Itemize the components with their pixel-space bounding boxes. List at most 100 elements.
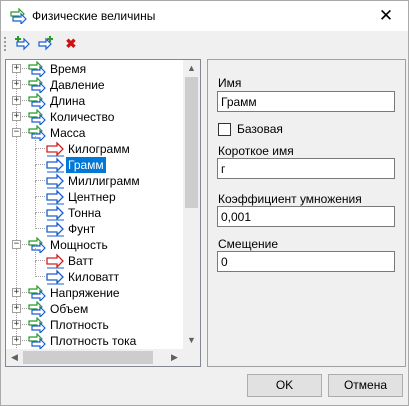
add-unit-icon	[38, 36, 53, 51]
factor-input[interactable]	[217, 206, 395, 227]
group-icon	[28, 76, 48, 95]
scroll-corner	[183, 349, 200, 366]
tree-group-item[interactable]: + Объем	[6, 300, 184, 319]
tree-item-label: Масса	[50, 126, 86, 140]
tree-item-label: Время	[50, 62, 87, 76]
tree-item-label: Плотность тока	[50, 334, 137, 348]
tree-line	[35, 260, 45, 261]
expand-icon[interactable]: +	[12, 112, 21, 121]
tree-line	[35, 133, 36, 149]
tree-line	[22, 324, 27, 325]
tree-unit-item[interactable]: Ватт	[6, 245, 184, 269]
close-button[interactable]: ✕	[364, 1, 408, 31]
horizontal-scrollbar[interactable]: ◀ ▶	[6, 349, 183, 366]
tree-line	[35, 213, 36, 229]
expand-icon[interactable]: +	[12, 320, 21, 329]
tree-line	[22, 100, 27, 101]
toolbar: ✖	[1, 31, 408, 57]
base-label: Базовая	[237, 122, 283, 136]
tree-item-label: Ватт	[68, 254, 94, 268]
tree-item-label: Напряжение	[50, 286, 120, 300]
tree-group-item[interactable]: + Давление	[6, 76, 184, 95]
expand-icon[interactable]: +	[12, 288, 21, 297]
tree-line	[22, 68, 27, 69]
expand-icon[interactable]: +	[12, 80, 21, 89]
tree-line	[35, 276, 45, 277]
tree-group-item[interactable]: − Масса	[6, 124, 184, 143]
tree-item-label: Миллиграмм	[68, 174, 140, 188]
collapse-icon[interactable]: −	[12, 128, 21, 137]
tree-group-item[interactable]: + Плотность	[6, 316, 184, 335]
tree-item-label: Фунт	[68, 222, 96, 236]
expand-icon[interactable]: +	[12, 96, 21, 105]
tree-item-label: Киловатт	[68, 270, 120, 284]
tree-group-item[interactable]: − Мощность	[6, 236, 184, 255]
add-group-button[interactable]	[13, 35, 33, 53]
tree-line	[22, 244, 27, 245]
units-icon	[10, 8, 27, 24]
add-unit-button[interactable]	[36, 35, 56, 53]
tree-group-item[interactable]: + Время	[6, 60, 184, 79]
expand-icon[interactable]: +	[12, 304, 21, 313]
tree-unit-item[interactable]: Центнер	[6, 181, 184, 205]
group-icon	[28, 124, 48, 143]
base-checkbox[interactable]	[218, 123, 231, 136]
vertical-scrollbar[interactable]: ▲ ▼	[183, 60, 200, 349]
tree-item-label: Тонна	[68, 206, 101, 220]
tree-unit-item[interactable]: Миллиграмм	[6, 165, 184, 189]
scroll-left-icon[interactable]: ◀	[6, 349, 23, 366]
tree-line	[22, 132, 27, 133]
tree-group-item[interactable]: + Плотность тока	[6, 332, 184, 351]
group-icon	[28, 60, 48, 79]
expand-icon[interactable]: +	[12, 64, 21, 73]
tree-item-label: Килограмм	[68, 142, 130, 156]
group-icon	[28, 332, 48, 351]
tree-item-label: Плотность	[50, 318, 109, 332]
tree-line	[22, 308, 27, 309]
title-bar: Физические величины ✕	[1, 1, 408, 31]
group-icon	[28, 284, 48, 303]
tree-group-item[interactable]: + Количество	[6, 108, 184, 127]
group-icon	[28, 92, 48, 111]
scroll-up-icon[interactable]: ▲	[183, 60, 200, 77]
dialog-window: Физические величины ✕ ✖ + Время + Давление +…	[0, 0, 409, 406]
short-name-input[interactable]	[217, 158, 395, 179]
tree-unit-item[interactable]: Киловатт	[6, 261, 184, 285]
ok-button[interactable]: OK	[247, 374, 322, 397]
tree-item-label: Объем	[50, 302, 89, 316]
hscroll-thumb[interactable]	[23, 351, 153, 364]
scroll-right-icon[interactable]: ▶	[166, 349, 183, 366]
window-title: Физические величины	[32, 9, 156, 23]
scroll-down-icon[interactable]: ▼	[183, 332, 200, 349]
group-icon	[28, 236, 48, 255]
tree-group-item[interactable]: + Длина	[6, 92, 184, 111]
tree-line	[35, 261, 36, 277]
name-input[interactable]	[217, 91, 395, 112]
unit-icon	[46, 269, 66, 285]
offset-label: Смещение	[218, 237, 279, 251]
tree-unit-item[interactable]: Килограмм	[6, 133, 184, 157]
delete-button[interactable]: ✖	[61, 35, 81, 53]
add-group-icon	[15, 36, 30, 51]
tree-group-item[interactable]: + Напряжение	[6, 284, 184, 303]
properties-panel: Имя Базовая Короткое имя Коэффициент умн…	[207, 59, 406, 367]
collapse-icon[interactable]: −	[12, 240, 21, 249]
offset-input[interactable]	[217, 251, 395, 272]
tree-item-label: Давление	[50, 78, 105, 92]
tree-line	[35, 165, 36, 181]
expand-icon[interactable]: +	[12, 336, 21, 345]
tree-line	[35, 180, 45, 181]
tree-line	[22, 116, 27, 117]
tree-unit-item[interactable]: Грамм	[6, 149, 184, 173]
group-icon	[28, 316, 48, 335]
tree-line	[35, 228, 45, 229]
cancel-button[interactable]: Отмена	[328, 374, 403, 397]
quantities-tree[interactable]: + Время + Давление + Длина + Количество − Масса Ки…	[5, 59, 201, 367]
tree-unit-item[interactable]: Фунт	[6, 213, 184, 237]
tree-line	[22, 340, 27, 341]
tree-item-label: Длина	[50, 94, 86, 108]
tree-line	[35, 196, 45, 197]
tree-unit-item[interactable]: Тонна	[6, 197, 184, 221]
scroll-thumb[interactable]	[185, 77, 198, 208]
tree-line	[35, 212, 45, 213]
